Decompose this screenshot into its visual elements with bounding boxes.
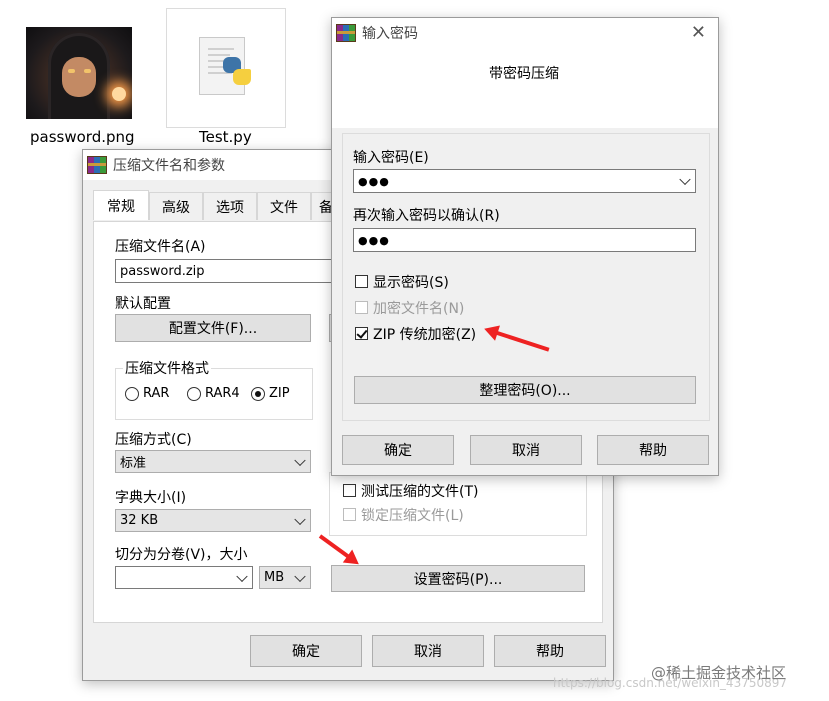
- pwd-ok-button[interactable]: 确定: [342, 435, 454, 465]
- reenter-password-label: 再次输入密码以确认(R): [353, 208, 500, 224]
- file-label-password[interactable]: password.png: [30, 128, 135, 146]
- zip-legacy-checkbox[interactable]: [355, 327, 368, 340]
- zip-legacy-label[interactable]: ZIP 传统加密(Z): [373, 324, 476, 344]
- close-icon[interactable]: ✕: [691, 22, 706, 43]
- pwd-title-bar[interactable]: 输入密码 ✕: [332, 18, 718, 48]
- default-profile-label: 默认配置: [115, 296, 171, 312]
- hand-glow: [112, 87, 126, 101]
- method-value: 标准: [120, 456, 147, 471]
- face-shape: [62, 57, 96, 97]
- split-unit-select[interactable]: MB: [259, 566, 311, 589]
- split-label: 切分为分卷(V)，大小: [115, 547, 248, 563]
- format-rar-radio[interactable]: [125, 387, 139, 401]
- test-archive-label[interactable]: 测试压缩的文件(T): [361, 481, 478, 501]
- set-password-button[interactable]: 设置密码(P)...: [331, 565, 585, 592]
- enter-password-label: 输入密码(E): [353, 150, 429, 166]
- pwd-cancel-button[interactable]: 取消: [470, 435, 582, 465]
- chevron-down-icon: [294, 570, 306, 582]
- show-password-checkbox[interactable]: [355, 275, 368, 288]
- show-password-label[interactable]: 显示密码(S): [373, 272, 449, 292]
- python-file-icon[interactable]: [166, 8, 286, 128]
- pwd-dialog-title: 输入密码: [362, 26, 418, 42]
- encrypt-names-checkbox[interactable]: [355, 301, 368, 314]
- test-archive-checkbox[interactable]: [343, 484, 356, 497]
- winrar-icon: [87, 156, 107, 174]
- enter-password-value: ●●●: [358, 174, 390, 188]
- format-zip-label[interactable]: ZIP: [269, 386, 290, 401]
- tab-files[interactable]: 文件: [257, 192, 311, 220]
- reenter-password-field[interactable]: ●●●: [353, 228, 696, 252]
- reenter-password-value: ●●●: [358, 233, 390, 247]
- method-label: 压缩方式(C): [115, 432, 192, 448]
- profiles-button[interactable]: 配置文件(F)...: [115, 314, 311, 342]
- format-rar-label[interactable]: RAR: [143, 386, 169, 401]
- dict-label: 字典大小(I): [115, 490, 187, 506]
- eye-left: [68, 69, 75, 73]
- organize-passwords-button[interactable]: 整理密码(O)...: [354, 376, 696, 404]
- archive-name-label: 压缩文件名(A): [115, 239, 206, 255]
- pwd-header-area: [332, 48, 718, 128]
- enter-password-field[interactable]: ●●●: [353, 169, 696, 193]
- pwd-heading: 带密码压缩: [489, 66, 559, 82]
- tab-options[interactable]: 选项: [203, 192, 257, 220]
- pwd-help-button[interactable]: 帮助: [597, 435, 709, 465]
- eye-right: [84, 69, 91, 73]
- file-label-test-py[interactable]: Test.py: [199, 128, 252, 146]
- split-size-field[interactable]: [115, 566, 253, 589]
- lock-archive-checkbox[interactable]: [343, 508, 356, 521]
- dict-value: 32 KB: [120, 513, 159, 528]
- method-select[interactable]: 标准: [115, 450, 311, 473]
- cancel-button[interactable]: 取消: [372, 635, 484, 667]
- dict-select[interactable]: 32 KB: [115, 509, 311, 532]
- lock-archive-label[interactable]: 锁定压缩文件(L): [361, 505, 464, 525]
- password-image-thumbnail[interactable]: [26, 27, 132, 119]
- archive-name-field[interactable]: password.zip: [115, 259, 345, 283]
- enter-password-dialog: 输入密码 ✕ 带密码压缩 输入密码(E) ●●● 再次输入密码以确认(R) ●●…: [331, 17, 719, 476]
- chevron-down-icon: [294, 454, 306, 466]
- tab-general[interactable]: 常规: [93, 190, 149, 220]
- format-rar4-label[interactable]: RAR4: [205, 386, 240, 401]
- format-zip-radio[interactable]: [251, 387, 265, 401]
- split-unit-value: MB: [264, 570, 285, 585]
- chevron-down-icon: [679, 173, 691, 186]
- format-rar4-radio[interactable]: [187, 387, 201, 401]
- winrar-icon: [336, 24, 356, 42]
- help-button[interactable]: 帮助: [494, 635, 606, 667]
- python-logo-yellow: [233, 69, 251, 85]
- tab-advanced[interactable]: 高级: [149, 192, 203, 220]
- chevron-down-icon: [294, 513, 306, 525]
- brand-watermark: @稀土掘金技术社区: [651, 664, 787, 682]
- ok-button[interactable]: 确定: [250, 635, 362, 667]
- chevron-down-icon: [236, 570, 248, 582]
- format-group-label: 压缩文件格式: [123, 358, 211, 378]
- dialog-title: 压缩文件名和参数: [113, 158, 225, 174]
- encrypt-names-label[interactable]: 加密文件名(N): [373, 298, 464, 318]
